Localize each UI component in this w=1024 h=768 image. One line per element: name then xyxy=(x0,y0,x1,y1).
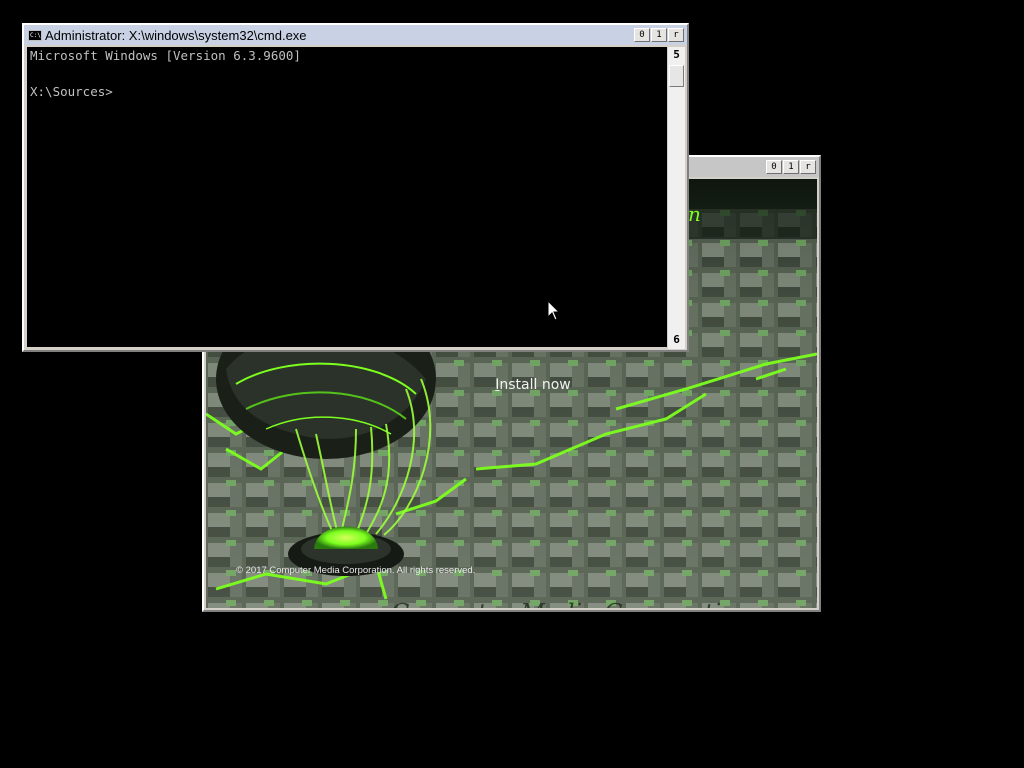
console-prompt: X:\Sources> xyxy=(30,84,113,99)
close-button[interactable]: r xyxy=(800,160,816,174)
mouse-pointer-icon xyxy=(547,300,561,321)
console-output[interactable]: Microsoft Windows [Version 6.3.9600] X:\… xyxy=(27,47,667,347)
close-button[interactable]: r xyxy=(668,28,684,42)
setup-window-controls: 0 1 r xyxy=(766,160,816,174)
scroll-down-arrow[interactable]: 6 xyxy=(668,332,685,349)
maximize-button[interactable]: 1 xyxy=(651,28,667,42)
svg-text:Computer Media Corporation: Computer Media Corporation xyxy=(391,599,751,608)
window-title: Administrator: X:\windows\system32\cmd.e… xyxy=(45,27,307,43)
install-label: nstall now xyxy=(499,377,571,393)
scroll-up-arrow[interactable]: 5 xyxy=(668,47,685,64)
vertical-scrollbar[interactable]: 5 6 xyxy=(668,47,685,349)
cmd-window-controls: 0 1 r xyxy=(634,28,684,42)
cmd-window: C:\ Administrator: X:\windows\system32\c… xyxy=(22,23,689,352)
cmd-icon-glyph: C:\ xyxy=(30,31,41,39)
cmd-icon[interactable]: C:\ xyxy=(28,29,42,41)
console-line: Microsoft Windows [Version 6.3.9600] xyxy=(30,48,301,63)
scroll-thumb[interactable] xyxy=(669,65,684,87)
install-now-button[interactable]: Install now xyxy=(468,373,598,397)
cmd-titlebar[interactable]: C:\ Administrator: X:\windows\system32\c… xyxy=(24,25,687,45)
minimize-button[interactable]: 0 xyxy=(634,28,650,42)
copyright-text: © 2017 Computer Media Corporation. All r… xyxy=(236,565,476,576)
maximize-button[interactable]: 1 xyxy=(783,160,799,174)
minimize-button[interactable]: 0 xyxy=(766,160,782,174)
